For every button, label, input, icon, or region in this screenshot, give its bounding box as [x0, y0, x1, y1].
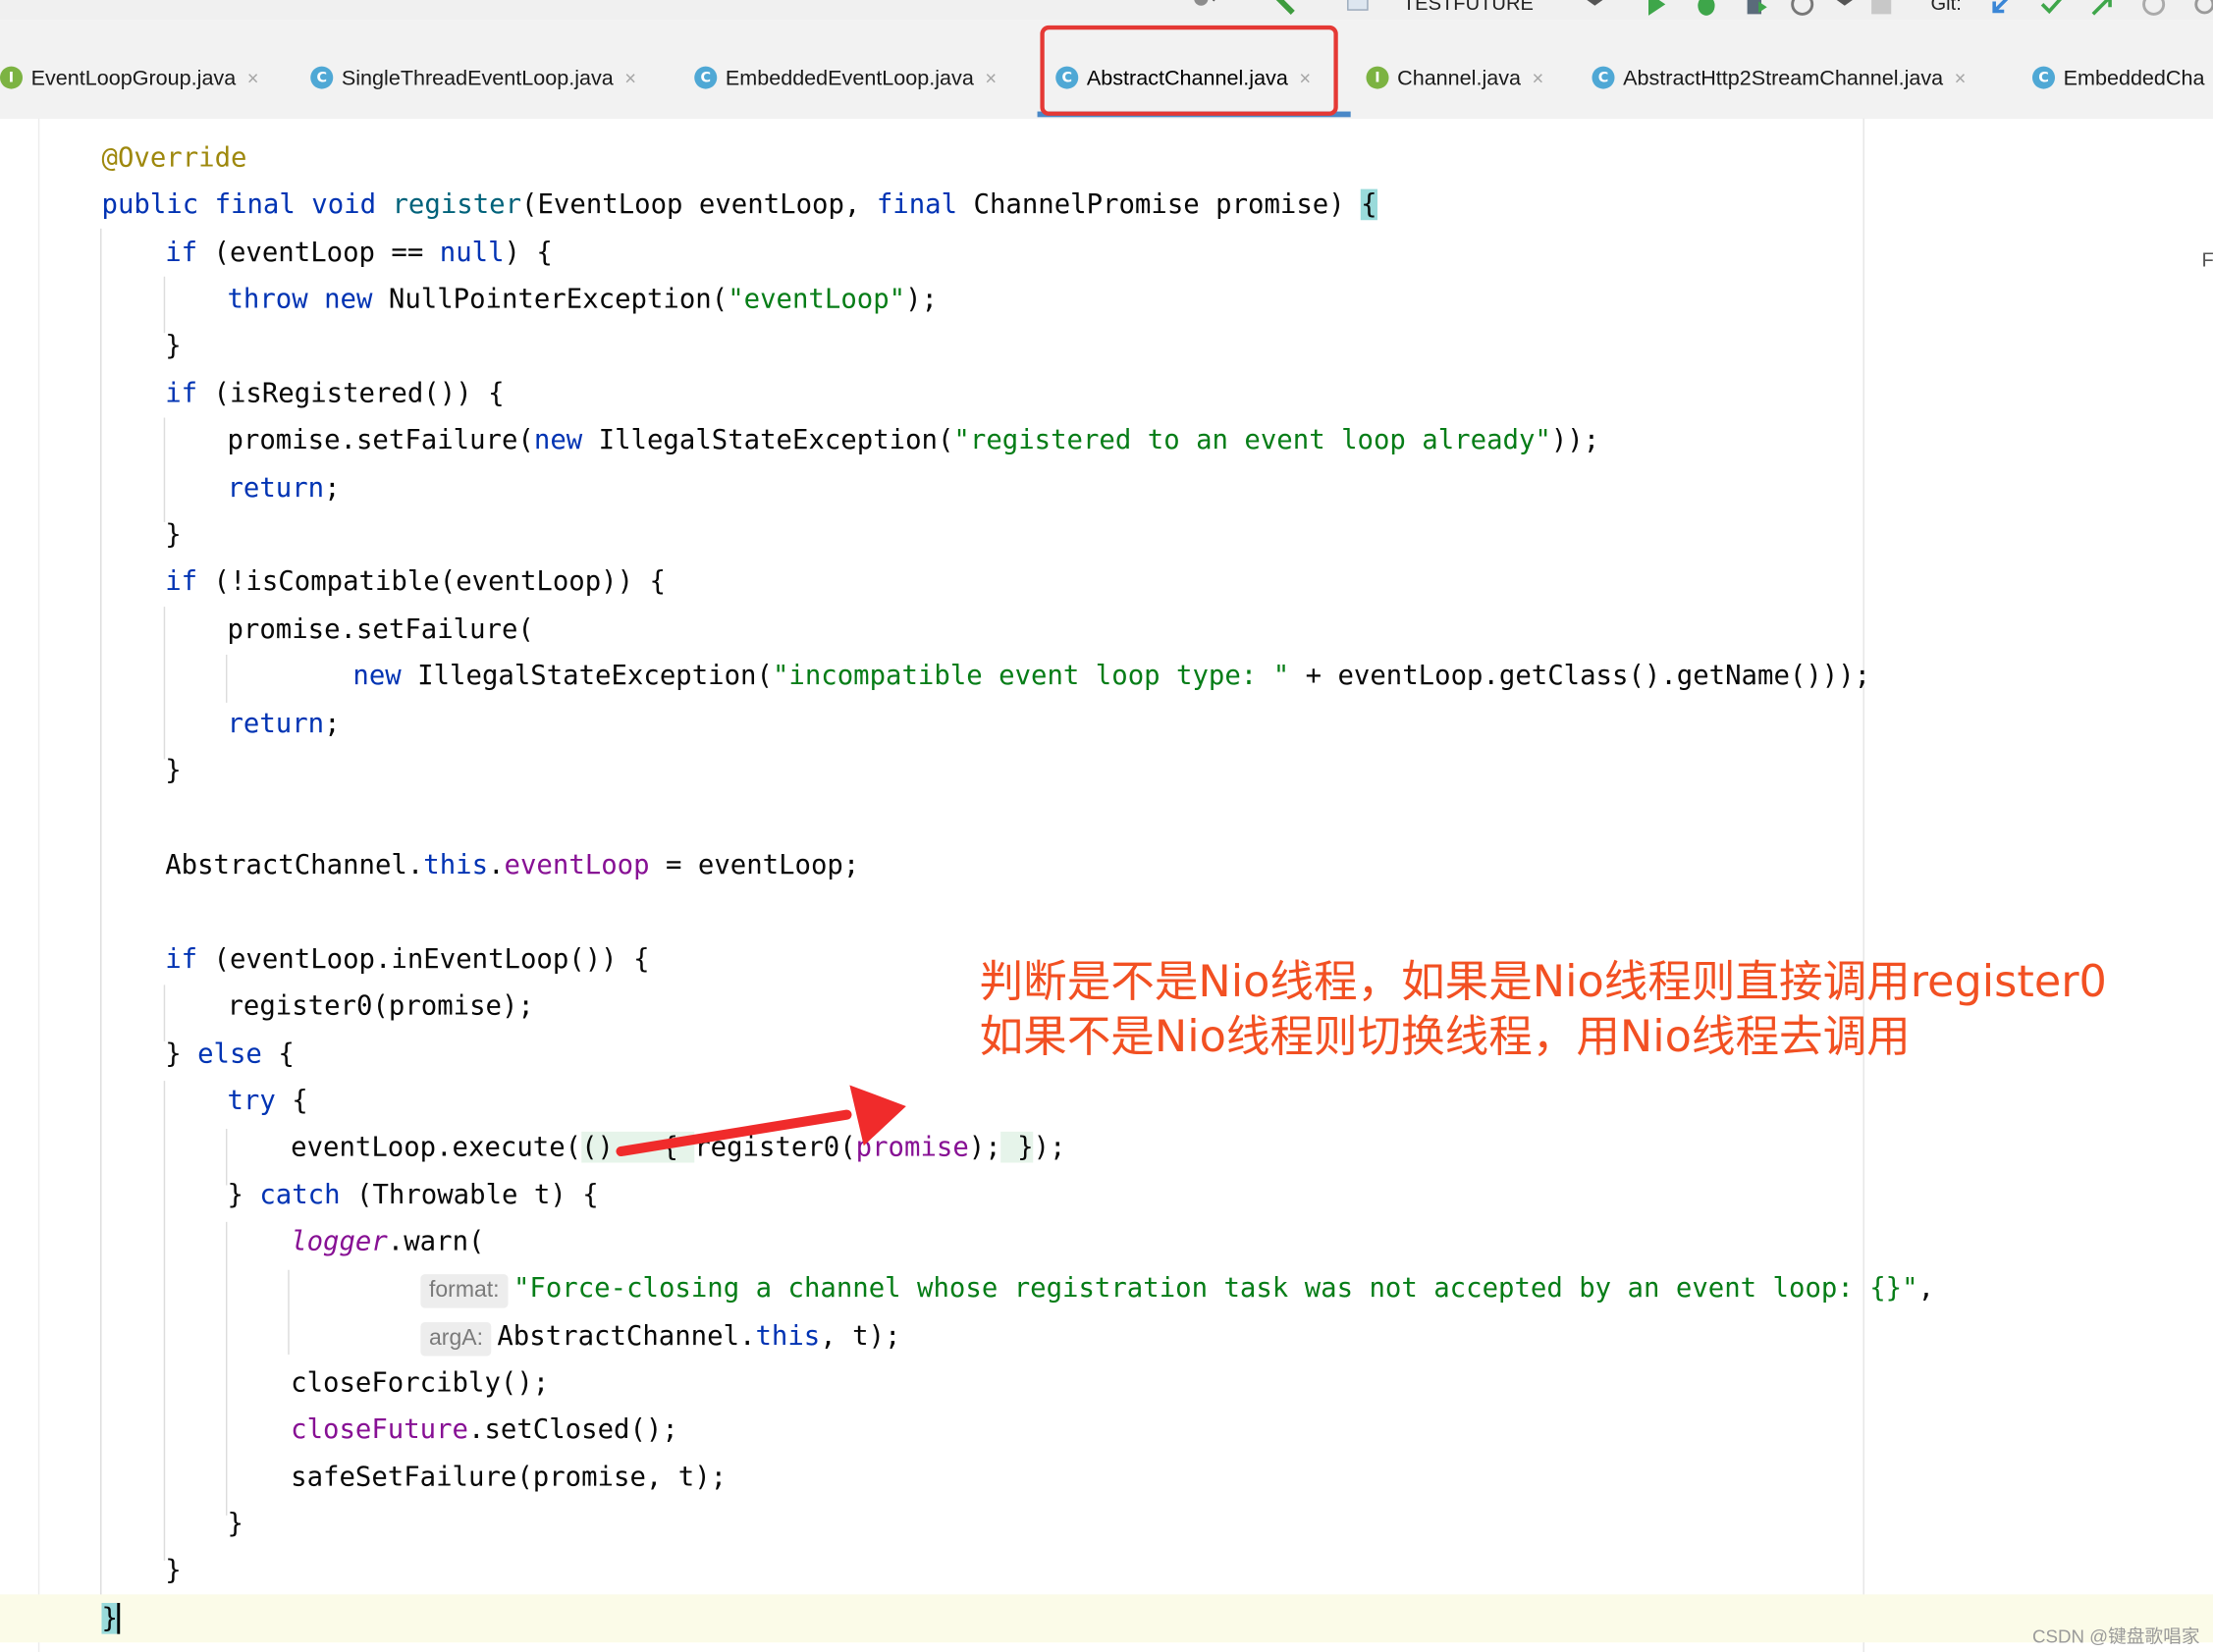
current-line-highlight: [0, 1594, 2213, 1642]
profiler-icon[interactable]: [1790, 0, 1818, 19]
git-commit-icon[interactable]: [2038, 0, 2067, 19]
code-line[interactable]: } catch (Throwable t) {: [227, 1173, 598, 1219]
run-config-icon: [1344, 0, 1373, 19]
code-line[interactable]: }: [165, 323, 181, 369]
history-icon[interactable]: [2139, 0, 2168, 19]
tab-label: Channel.java: [1397, 66, 1521, 89]
class-icon: C: [694, 67, 717, 89]
code-line[interactable]: if (!isCompatible(eventLoop)) {: [165, 559, 666, 605]
git-push-icon[interactable]: [2089, 0, 2118, 19]
ide-window: TESTFUTURE Git: I EventLoopGroup.java × …: [0, 0, 2213, 1652]
indent-guide: [226, 655, 227, 703]
tab-singlethreadeventloop[interactable]: C SingleThreadEventLoop.java ×: [310, 57, 636, 99]
watermark: CSDN @键盘歌唱家: [2032, 1622, 2200, 1648]
tab-label: EmbeddedCha: [2064, 66, 2205, 89]
right-margin-guide: [1863, 119, 1864, 1652]
code-line[interactable]: @Override: [102, 135, 247, 182]
code-line[interactable]: argA:AbstractChannel.this, t);: [420, 1313, 900, 1359]
chevron-down-icon[interactable]: [1581, 0, 1609, 19]
code-line[interactable]: if (eventLoop == null) {: [165, 230, 553, 276]
tab-eventloopgroup[interactable]: I EventLoopGroup.java ×: [0, 57, 258, 99]
annotation-line-2: 如果不是Nio线程则切换线程，用Nio线程去调用: [980, 1000, 1911, 1064]
annotation-arrow: [607, 1078, 917, 1177]
code-line[interactable]: }: [102, 1596, 121, 1642]
code-line[interactable]: safeSetFailure(promise, t);: [291, 1455, 727, 1501]
close-icon[interactable]: ×: [624, 67, 636, 89]
run-config-selector[interactable]: TESTFUTURE: [1403, 0, 1534, 20]
debug-icon[interactable]: [1693, 0, 1721, 19]
annotation-line-1: 判断是不是Nio线程，如果是Nio线程则直接调用register0: [980, 945, 2107, 1009]
code-line[interactable]: return;: [227, 465, 340, 511]
tab-highlight-box: [1040, 26, 1337, 116]
code-line[interactable]: promise.setFailure(new IllegalStateExcep…: [227, 418, 1599, 464]
tab-abstracthttp2streamchannel[interactable]: C AbstractHttp2StreamChannel.java ×: [1592, 57, 1967, 99]
code-line[interactable]: format:"Force-closing a channel whose re…: [420, 1265, 1934, 1311]
code-line[interactable]: return;: [227, 701, 340, 747]
code-line[interactable]: if (eventLoop.inEventLoop()) {: [165, 937, 649, 984]
close-icon[interactable]: ×: [985, 67, 997, 89]
tab-embeddedchannel[interactable]: C EmbeddedCha: [2032, 57, 2204, 99]
gutter-divider: [38, 119, 39, 1652]
indent-guide: [164, 607, 165, 759]
close-icon[interactable]: ×: [1955, 67, 1967, 89]
class-icon: C: [1592, 67, 1615, 89]
git-label: Git:: [1931, 0, 1962, 20]
code-line[interactable]: }: [227, 1502, 243, 1548]
code-line[interactable]: }: [165, 512, 181, 559]
indent-guide: [164, 418, 165, 522]
code-line[interactable]: new IllegalStateException("incompatible …: [352, 654, 1870, 700]
cropped-panel-text: F: [2202, 248, 2213, 271]
indent-guide: [288, 1270, 289, 1355]
code-line[interactable]: if (isRegistered()) {: [165, 371, 504, 417]
inlay-hint-arga: argA:: [420, 1322, 491, 1357]
code-line[interactable]: }: [165, 748, 181, 794]
code-line[interactable]: register0(promise);: [227, 984, 533, 1030]
tab-embeddedeventloop[interactable]: C EmbeddedEventLoop.java ×: [694, 57, 997, 99]
git-update-icon[interactable]: [1987, 0, 2016, 19]
tab-label: EmbeddedEventLoop.java: [726, 66, 974, 89]
code-line[interactable]: logger.warn(: [291, 1219, 484, 1265]
coverage-icon[interactable]: [1742, 0, 1770, 19]
close-icon[interactable]: ×: [1532, 67, 1543, 89]
user-icon[interactable]: [1188, 0, 1216, 19]
code-line[interactable]: closeFuture.setClosed();: [291, 1407, 678, 1453]
tab-channel[interactable]: I Channel.java ×: [1367, 57, 1544, 99]
code-line[interactable]: public final void register(EventLoop eve…: [102, 182, 1377, 228]
code-line[interactable]: closeForcibly();: [291, 1360, 549, 1407]
indent-guide: [100, 229, 101, 1595]
class-icon: C: [310, 67, 333, 89]
code-line[interactable]: promise.setFailure(: [227, 607, 533, 653]
stop-icon[interactable]: [1867, 0, 1896, 19]
code-line[interactable]: AbstractChannel.this.eventLoop = eventLo…: [165, 842, 859, 888]
code-editor[interactable]: F @Override public final void register(E…: [0, 119, 2213, 1652]
close-icon[interactable]: ×: [247, 67, 259, 89]
tab-label: AbstractHttp2StreamChannel.java: [1623, 66, 1943, 89]
chevron-down-icon[interactable]: [1830, 0, 1859, 19]
code-line[interactable]: try {: [227, 1078, 307, 1124]
indent-guide: [164, 1081, 165, 1561]
tab-label: EventLoopGroup.java: [31, 66, 237, 89]
settings-icon[interactable]: [2190, 0, 2213, 19]
tab-label: SingleThreadEventLoop.java: [342, 66, 614, 89]
indent-guide: [226, 1222, 227, 1516]
class-icon: C: [2032, 67, 2055, 89]
interface-icon: I: [1367, 67, 1389, 89]
code-line[interactable]: throw new NullPointerException("eventLoo…: [227, 277, 938, 323]
run-icon[interactable]: [1642, 0, 1670, 19]
inlay-hint-format: format:: [420, 1274, 508, 1308]
interface-icon: I: [0, 67, 23, 89]
main-toolbar: TESTFUTURE Git:: [0, 0, 2213, 20]
code-line[interactable]: }: [165, 1548, 181, 1594]
build-hammer-icon[interactable]: [1270, 0, 1299, 19]
code-line[interactable]: } else {: [165, 1032, 295, 1078]
